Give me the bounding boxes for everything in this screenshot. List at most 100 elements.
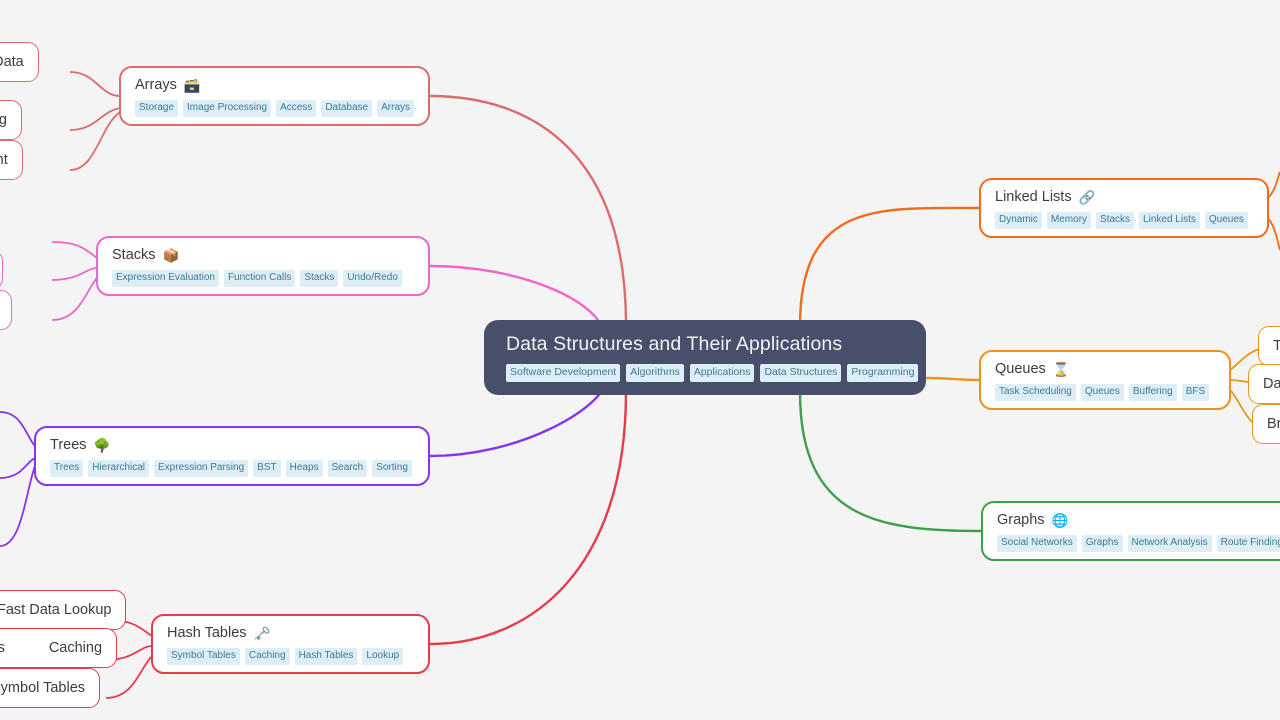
topic-node-tags: Storage Image Processing Access Database… — [135, 100, 415, 118]
central-node[interactable]: Data Structures and Their Applications S… — [484, 320, 926, 395]
tag-chip: Queues — [1204, 212, 1248, 230]
topic-node-trees[interactable]: Trees 🌳 Trees Hierarchical Expression Pa… — [34, 426, 430, 486]
topic-node-tags: Dynamic Memory Stacks Linked Lists Queue… — [995, 212, 1248, 230]
connector-trees-child-3 — [0, 465, 36, 547]
leaf-label: e Management — [0, 151, 8, 168]
tag-chip: Memory — [1046, 212, 1092, 230]
leaf-label: Da — [1263, 375, 1280, 392]
tag-chip: Sorting — [372, 460, 412, 478]
leaf-node-hash-child-2[interactable]: cess Caching — [0, 628, 118, 668]
tag-chip: Access — [276, 100, 317, 118]
leaf-label: Caching — [48, 639, 103, 656]
tag-chip: Function Calls — [223, 270, 296, 288]
leaf-node-stacks-child-2[interactable]: unctionality — [0, 250, 3, 290]
topic-node-graphs[interactable]: Graphs 🌐 Social Networks Graphs Network … — [981, 501, 1280, 561]
tag-chip: Software Development — [506, 364, 621, 382]
topic-node-queues[interactable]: Queues ⌛ Task Scheduling Queues Bufferin… — [979, 350, 1231, 410]
leaf-node-queues-child-1[interactable]: Tas — [1258, 326, 1280, 366]
leaf-node-arrays-child-1[interactable]: Accessing Data — [0, 42, 39, 82]
connector-hash-tables — [429, 391, 628, 646]
tag-chip: Search — [327, 460, 368, 478]
tag-chip: Data Structures — [760, 364, 842, 382]
tag-chip: Symbol Tables — [167, 648, 240, 666]
topic-node-title: Queues ⌛ — [995, 361, 1070, 377]
tag-chip: Buffering — [1128, 384, 1177, 402]
package-icon: 📦 — [162, 247, 180, 263]
connector-linked-lists — [798, 206, 981, 327]
topic-node-linked-lists[interactable]: Linked Lists 🔗 Dynamic Memory Stacks Lin… — [979, 178, 1269, 238]
connector-arrays-child-1 — [69, 71, 121, 97]
topic-node-arrays[interactable]: Arrays 🗃️ Storage Image Processing Acces… — [119, 66, 430, 126]
connector-stacks-child-2 — [51, 267, 98, 281]
connector-arrays-child-3 — [69, 111, 121, 171]
card-file-box-icon: 🗃️ — [183, 77, 201, 93]
tag-chip: Linked Lists — [1139, 212, 1200, 230]
tag-chip: Route Finding — [1216, 535, 1280, 553]
tag-chip: Expression Parsing — [154, 460, 249, 478]
topic-node-tags: Task Scheduling Queues Buffering BFS — [995, 384, 1210, 402]
topic-node-title: Arrays 🗃️ — [135, 77, 201, 93]
tag-chip: Task Scheduling — [995, 384, 1076, 402]
tag-chip: Image Processing — [183, 100, 272, 118]
mindmap-canvas: Accessing Data age Processing e Manageme… — [0, 0, 1280, 720]
hourglass-icon: ⌛ — [1052, 361, 1070, 377]
connector-stacks-child-1 — [51, 241, 98, 259]
topic-node-stacks[interactable]: Stacks 📦 Expression Evaluation Function … — [96, 236, 430, 296]
topic-node-tags: Trees Hierarchical Expression Parsing BS… — [50, 460, 412, 478]
leaf-node-hash-child-3[interactable]: Symbol Tables — [0, 668, 101, 708]
central-node-title: Data Structures and Their Applications — [506, 333, 843, 355]
leaf-label: Accessing Data — [0, 53, 24, 70]
tag-chip: Storage — [135, 100, 179, 118]
leaf-node-arrays-child-2[interactable]: age Processing — [0, 100, 22, 140]
connector-arrays-child-2 — [69, 107, 121, 131]
topic-title-text: Queues — [995, 361, 1046, 377]
topic-title-text: Stacks — [112, 247, 156, 263]
leaf-label: Tas — [1273, 337, 1280, 354]
topic-node-tags: Social Networks Graphs Network Analysis … — [997, 535, 1280, 553]
connector-trees-child-1 — [0, 411, 36, 447]
leaf-node-hash-child-1[interactable]: Fast Data Lookup — [0, 590, 127, 630]
tag-chip: Algorithms — [626, 364, 684, 382]
topic-node-title: Linked Lists 🔗 — [995, 189, 1096, 205]
tag-chip: Social Networks — [997, 535, 1077, 553]
topic-title-text: Trees — [50, 437, 87, 453]
connector-arrays — [429, 94, 628, 327]
tag-chip: Hierarchical — [88, 460, 149, 478]
connector-trees — [429, 385, 606, 458]
tag-chip: Trees — [50, 460, 84, 478]
topic-node-tags: Expression Evaluation Function Calls Sta… — [112, 270, 402, 288]
leaf-label: Symbol Tables — [0, 679, 86, 696]
leaf-node-queues-child-3[interactable]: Bre — [1252, 404, 1280, 444]
tag-chip: BFS — [1181, 384, 1210, 402]
topic-node-hash-tables[interactable]: Hash Tables 🗝️ Symbol Tables Caching Has… — [151, 614, 430, 674]
connector-queues — [925, 376, 981, 382]
topic-title-text: Arrays — [135, 77, 177, 93]
leaf-node-stacks-child-3[interactable]: Evaluation — [0, 290, 12, 330]
tag-chip: Heaps — [285, 460, 323, 478]
tag-chip: Database — [321, 100, 373, 118]
leaf-node-arrays-child-3[interactable]: e Management — [0, 140, 23, 180]
tag-chip: Programming — [847, 364, 919, 382]
central-node-tags: Software Development Algorithms Applicat… — [506, 364, 919, 382]
tag-chip: Network Analysis — [1127, 535, 1212, 553]
tag-chip: BST — [253, 460, 281, 478]
topic-node-title: Stacks 📦 — [112, 247, 180, 263]
connector-ll-child-2 — [1267, 217, 1280, 251]
tag-chip: Caching — [244, 648, 290, 666]
topic-title-text: Linked Lists — [995, 189, 1072, 205]
topic-node-title: Graphs 🌐 — [997, 512, 1068, 528]
topic-node-title: Hash Tables 🗝️ — [167, 625, 270, 641]
tree-icon: 🌳 — [93, 437, 111, 453]
leaf-label: cess — [0, 639, 5, 656]
connector-trees-child-2 — [0, 457, 36, 479]
connector-stacks-child-3 — [51, 277, 98, 321]
link-icon: 🔗 — [1078, 189, 1096, 205]
leaf-node-queues-child-2[interactable]: Da — [1248, 364, 1280, 404]
topic-node-tags: Symbol Tables Caching Hash Tables Lookup — [167, 648, 404, 666]
tag-chip: Arrays — [377, 100, 415, 118]
tag-chip: Graphs — [1081, 535, 1123, 553]
topic-title-text: Hash Tables — [167, 625, 247, 641]
tag-chip: Undo/Redo — [343, 270, 402, 288]
connector-ll-child-1 — [1267, 171, 1280, 199]
tag-chip: Lookup — [362, 648, 404, 666]
